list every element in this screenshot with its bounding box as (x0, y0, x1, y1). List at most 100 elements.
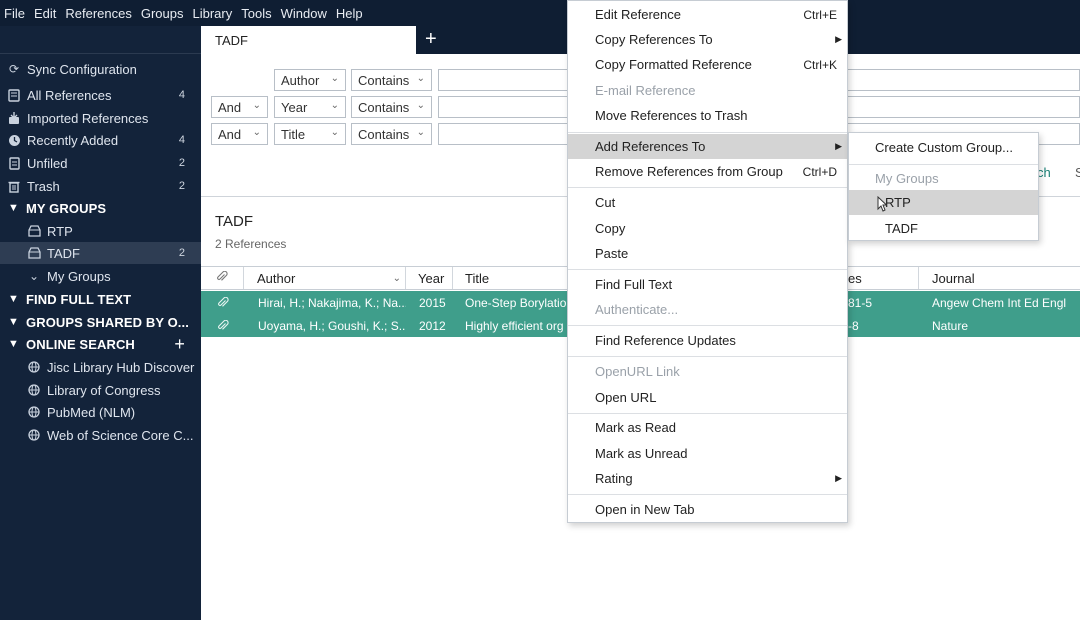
menu-item-add-references-to[interactable]: Add References To ▶ (568, 134, 847, 159)
menu-separator (568, 187, 847, 188)
menu-item-rating[interactable]: Rating ▶ (568, 466, 847, 491)
sidebar-item-imported-references[interactable]: Imported References (0, 107, 201, 129)
menu-item-cut[interactable]: Cut (568, 190, 847, 215)
menu-library[interactable]: Library (192, 6, 232, 21)
sidebar-online-library-of-congress[interactable]: Library of Congress (0, 379, 201, 401)
field-select-1[interactable]: Author ⌄ (274, 69, 346, 91)
menu-groups[interactable]: Groups (141, 6, 184, 21)
cell-journal: Nature (932, 318, 969, 333)
menu-window[interactable]: Window (281, 6, 327, 21)
new-tab-button[interactable]: + (425, 28, 437, 51)
sidebar-online-pubmed[interactable]: PubMed (NLM) (0, 401, 201, 423)
pages-column-header[interactable]: es (848, 267, 919, 289)
year-column-header[interactable]: Year (406, 267, 453, 289)
count-badge: 2 (178, 247, 185, 259)
bool-select-2[interactable]: And ⌄ (211, 96, 268, 118)
menu-file[interactable]: File (4, 6, 25, 21)
author-column-header[interactable]: Author ⌄ (244, 267, 406, 289)
menu-item-label: Cut (595, 195, 616, 210)
sidebar-item-trash[interactable]: Trash 2 (0, 175, 201, 197)
sidebar-item-label: Sync Configuration (27, 61, 137, 77)
search-term-input-2-right[interactable] (847, 96, 1080, 118)
menu-item-mark-as-read[interactable]: Mark as Read (568, 415, 847, 440)
menu-edit[interactable]: Edit (34, 6, 56, 21)
sidebar-header-groups-shared[interactable]: ▼ GROUPS SHARED BY O... (0, 311, 201, 333)
operator-select-1[interactable]: Contains ⌄ (351, 69, 432, 91)
chevron-right-icon: ▶ (835, 141, 842, 151)
chevron-down-icon: ▼ (8, 338, 19, 350)
mouse-cursor-icon (877, 195, 888, 212)
menu-item-find-reference-updates[interactable]: Find Reference Updates (568, 328, 847, 353)
menu-item-find-full-text[interactable]: Find Full Text (568, 272, 847, 297)
menu-item-copy-references-to[interactable]: Copy References To ▶ (568, 27, 847, 52)
operator-select-2[interactable]: Contains ⌄ (351, 96, 432, 118)
menu-item-label: Mark as Unread (595, 446, 688, 461)
menu-tools[interactable]: Tools (241, 6, 271, 21)
menu-item-label: Paste (595, 246, 629, 261)
menu-item-move-to-trash[interactable]: Move References to Trash (568, 103, 847, 128)
menu-item-label: Open in New Tab (595, 502, 695, 517)
menu-item-open-in-new-tab[interactable]: Open in New Tab (568, 497, 847, 522)
search-term-input-1-right[interactable] (847, 69, 1080, 91)
search-term-input-3[interactable] (438, 123, 578, 145)
sidebar-header-label: FIND FULL TEXT (26, 291, 132, 307)
import-icon (7, 111, 21, 125)
menu-item-label: Move References to Trash (595, 108, 748, 123)
count-badge: 2 (178, 180, 185, 192)
menu-item-label: Copy Formatted Reference (595, 57, 752, 72)
globe-icon (27, 405, 41, 419)
attachment-column-header[interactable] (201, 267, 244, 289)
sidebar-group-rtp[interactable]: RTP (0, 220, 201, 242)
menu-item-label: Find Reference Updates (595, 333, 736, 348)
menu-item-open-url[interactable]: Open URL (568, 385, 847, 410)
submenu-item-create-custom-group[interactable]: Create Custom Group... (849, 135, 1038, 160)
menu-item-label: Mark as Read (595, 420, 676, 435)
sidebar-header-online-search[interactable]: ▼ ONLINE SEARCH + (0, 333, 201, 355)
menu-item-paste[interactable]: Paste (568, 241, 847, 266)
menu-item-edit-reference[interactable]: Edit Reference Ctrl+E (568, 2, 847, 27)
search-term-input-2[interactable] (438, 96, 578, 118)
cell-year: 2012 (419, 318, 446, 333)
sidebar-item-recently-added[interactable]: Recently Added 4 (0, 129, 201, 151)
paperclip-icon (217, 291, 231, 314)
sidebar-divider (0, 53, 201, 54)
bool-select-3[interactable]: And ⌄ (211, 123, 268, 145)
menu-item-copy-formatted-reference[interactable]: Copy Formatted Reference Ctrl+K (568, 52, 847, 77)
journal-column-header[interactable]: Journal (919, 267, 1080, 289)
sidebar-subgroup-my-groups[interactable]: ⌄ My Groups (0, 265, 201, 287)
menu-item-email-reference: E-mail Reference (568, 78, 847, 103)
chevron-down-icon: ⌄ (330, 73, 339, 84)
sidebar-online-web-of-science[interactable]: Web of Science Core C... (0, 424, 201, 446)
sidebar-item-unfiled[interactable]: Unfiled 2 (0, 152, 201, 174)
search-button[interactable]: ch (1037, 165, 1051, 180)
add-online-search-button[interactable]: + (174, 334, 185, 355)
operator-select-3[interactable]: Contains ⌄ (351, 123, 432, 145)
menu-item-remove-from-group[interactable]: Remove References from Group Ctrl+D (568, 159, 847, 184)
sidebar-item-all-references[interactable]: All References 4 (0, 84, 201, 106)
menu-item-copy[interactable]: Copy (568, 216, 847, 241)
menu-help[interactable]: Help (336, 6, 363, 21)
shortcut-label: Ctrl+K (803, 57, 837, 72)
sidebar-group-tadf[interactable]: TADF 2 (0, 242, 201, 264)
sync-icon: ⟳ (8, 62, 20, 76)
field-select-3[interactable]: Title ⌄ (274, 123, 346, 145)
chevron-down-icon: ⌄ (252, 100, 261, 111)
cell-author: Uoyama, H.; Goushi, K.; S... (258, 318, 406, 333)
field-select-2[interactable]: Year ⌄ (274, 96, 346, 118)
title-column-header[interactable]: Title (453, 267, 573, 289)
sidebar-header-my-groups[interactable]: ▼ MY GROUPS (0, 197, 201, 219)
search-term-input-1[interactable] (438, 69, 578, 91)
chevron-down-icon: ▼ (8, 316, 19, 328)
menu-references[interactable]: References (65, 6, 131, 21)
menu-separator (568, 494, 847, 495)
sidebar-online-jisc[interactable]: Jisc Library Hub Discover (0, 356, 201, 378)
reference-count: 2 References (215, 237, 287, 251)
submenu-item-tadf[interactable]: TADF (849, 216, 1038, 241)
sidebar-sync-configuration[interactable]: ⟳ Sync Configuration (0, 58, 201, 80)
search-options-link[interactable]: S (1075, 165, 1080, 180)
shortcut-label: Ctrl+E (803, 7, 837, 22)
sidebar-header-find-full-text[interactable]: ▼ FIND FULL TEXT (0, 288, 201, 310)
tab-tadf[interactable]: TADF (201, 26, 416, 54)
menu-item-mark-as-unread[interactable]: Mark as Unread (568, 441, 847, 466)
sidebar-item-label: All References (27, 87, 112, 103)
